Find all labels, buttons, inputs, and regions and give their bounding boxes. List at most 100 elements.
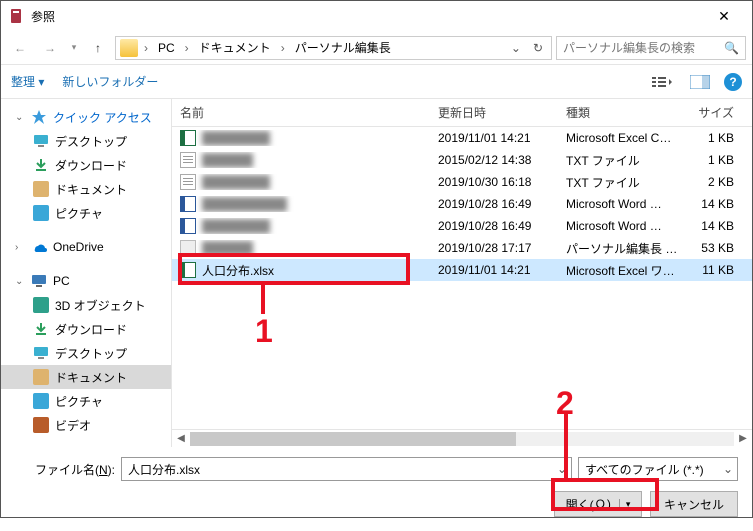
annotation-number-1: 1 bbox=[255, 313, 273, 350]
address-bar[interactable]: › PC › ドキュメント › パーソナル編集長 ⌄ ↻ bbox=[115, 36, 552, 60]
file-date: 2019/10/28 16:49 bbox=[430, 197, 558, 211]
file-row[interactable]: ████████2019/10/28 16:49Microsoft Word …… bbox=[172, 215, 752, 237]
history-dropdown[interactable]: ▾ bbox=[67, 35, 81, 61]
file-type: パーソナル編集長 文… bbox=[558, 240, 686, 257]
open-button[interactable]: 開く(O)▾ bbox=[554, 491, 642, 517]
crumb-documents[interactable]: ドキュメント bbox=[195, 37, 275, 58]
split-dropdown-icon[interactable]: ▾ bbox=[619, 499, 631, 510]
file-row[interactable]: ████████2019/10/30 16:18TXT ファイル2 KB bbox=[172, 171, 752, 193]
tree-onedrive[interactable]: ›OneDrive bbox=[1, 235, 171, 259]
tree-desktop[interactable]: デスクトップ bbox=[1, 129, 171, 153]
col-date[interactable]: 更新日時 bbox=[430, 104, 558, 121]
file-name: ████████ bbox=[202, 131, 270, 145]
cancel-button[interactable]: キャンセル bbox=[650, 491, 738, 517]
file-name: ████████ bbox=[202, 175, 270, 189]
main-area: ⌄クイック アクセス デスクトップ ダウンロード ドキュメント ピクチャ ›On… bbox=[1, 99, 752, 447]
file-type: Microsoft Excel ワ… bbox=[558, 262, 686, 279]
file-icon bbox=[180, 240, 196, 256]
crumb-current[interactable]: パーソナル編集長 bbox=[291, 37, 395, 58]
refresh-button[interactable]: ↻ bbox=[529, 41, 547, 55]
window-title: 参照 bbox=[31, 8, 704, 25]
titlebar: 参照 ✕ bbox=[1, 1, 752, 31]
view-options-button[interactable] bbox=[648, 71, 676, 93]
col-name[interactable]: 名前 bbox=[172, 104, 430, 121]
file-date: 2019/11/01 14:21 bbox=[430, 131, 558, 145]
file-body[interactable]: ████████2019/11/01 14:21Microsoft Excel … bbox=[172, 127, 752, 429]
document-icon bbox=[33, 181, 49, 197]
tree-download2[interactable]: ダウンロード bbox=[1, 317, 171, 341]
pc-icon bbox=[31, 273, 47, 289]
file-row[interactable]: ████████2019/11/01 14:21Microsoft Excel … bbox=[172, 127, 752, 149]
file-icon bbox=[180, 196, 196, 212]
app-icon bbox=[9, 8, 25, 24]
chevron-right-icon[interactable]: › bbox=[142, 41, 150, 55]
chevron-down-icon[interactable]: ⌄ bbox=[723, 462, 733, 476]
file-icon bbox=[180, 218, 196, 234]
tree-quick-access[interactable]: ⌄クイック アクセス bbox=[1, 105, 171, 129]
horizontal-scrollbar[interactable]: ◀ ▶ bbox=[172, 429, 752, 447]
back-button[interactable]: ← bbox=[7, 35, 33, 61]
search-input[interactable] bbox=[563, 41, 724, 55]
chevron-right-icon[interactable]: › bbox=[183, 41, 191, 55]
tree-pc[interactable]: ⌄PC bbox=[1, 269, 171, 293]
tree-document[interactable]: ドキュメント bbox=[1, 177, 171, 201]
file-date: 2019/10/28 17:17 bbox=[430, 241, 558, 255]
video-icon bbox=[33, 417, 49, 433]
objects-icon bbox=[33, 297, 49, 313]
desktop-icon bbox=[33, 345, 49, 361]
file-row[interactable]: 人口分布.xlsx 2019/11/01 14:21Microsoft Excel… bbox=[172, 259, 752, 281]
folder-icon bbox=[120, 39, 138, 57]
document-icon bbox=[33, 369, 49, 385]
file-date: 2019/11/01 14:21 bbox=[430, 263, 558, 277]
crumb-pc[interactable]: PC bbox=[154, 39, 179, 57]
file-name: 人口分布.xlsx bbox=[202, 262, 274, 279]
close-button[interactable]: ✕ bbox=[704, 8, 744, 25]
col-type[interactable]: 種類 bbox=[558, 104, 686, 121]
file-row[interactable]: ██████2015/02/12 14:38TXT ファイル1 KB bbox=[172, 149, 752, 171]
bottom-panel: ファイル名(N): 人口分布.xlsx⌄ すべてのファイル (*.*)⌄ 開く(… bbox=[1, 447, 752, 531]
nav-tree[interactable]: ⌄クイック アクセス デスクトップ ダウンロード ドキュメント ピクチャ ›On… bbox=[1, 99, 171, 447]
organize-menu[interactable]: 整理 ▾ bbox=[11, 73, 44, 90]
file-size: 1 KB bbox=[686, 131, 752, 145]
search-box[interactable]: 🔍 bbox=[556, 36, 746, 60]
desktop-icon bbox=[33, 133, 49, 149]
tree-3dobjects[interactable]: 3D オブジェクト bbox=[1, 293, 171, 317]
filetype-filter[interactable]: すべてのファイル (*.*)⌄ bbox=[578, 457, 738, 481]
star-icon bbox=[31, 109, 47, 125]
tree-desktop2[interactable]: デスクトップ bbox=[1, 341, 171, 365]
file-date: 2019/10/30 16:18 bbox=[430, 175, 558, 189]
new-folder-button[interactable]: 新しいフォルダー bbox=[62, 73, 158, 90]
file-date: 2015/02/12 14:38 bbox=[430, 153, 558, 167]
file-type: TXT ファイル bbox=[558, 152, 686, 169]
help-button[interactable]: ? bbox=[724, 73, 742, 91]
file-list: 名前 更新日時 種類 サイズ ████████2019/11/01 14:21M… bbox=[171, 99, 752, 447]
annotation-line-1 bbox=[261, 284, 265, 314]
download-icon bbox=[33, 321, 49, 337]
search-icon[interactable]: 🔍 bbox=[724, 41, 739, 55]
filename-label: ファイル名(N): bbox=[15, 461, 115, 478]
file-icon bbox=[180, 152, 196, 168]
tree-picture[interactable]: ピクチャ bbox=[1, 201, 171, 225]
file-header: 名前 更新日時 種類 サイズ bbox=[172, 99, 752, 127]
file-row[interactable]: ██████2019/10/28 17:17パーソナル編集長 文…53 KB bbox=[172, 237, 752, 259]
filename-input[interactable]: 人口分布.xlsx⌄ bbox=[121, 457, 572, 481]
annotation-number-2: 2 bbox=[556, 385, 574, 422]
forward-button: → bbox=[37, 35, 63, 61]
chevron-right-icon[interactable]: › bbox=[279, 41, 287, 55]
file-icon bbox=[180, 174, 196, 190]
tree-document2[interactable]: ドキュメント bbox=[1, 365, 171, 389]
up-button[interactable]: ↑ bbox=[85, 35, 111, 61]
tree-download[interactable]: ダウンロード bbox=[1, 153, 171, 177]
download-icon bbox=[33, 157, 49, 173]
scroll-right-icon[interactable]: ▶ bbox=[734, 433, 752, 444]
scroll-left-icon[interactable]: ◀ bbox=[172, 433, 190, 444]
file-size: 14 KB bbox=[686, 219, 752, 233]
file-size: 2 KB bbox=[686, 175, 752, 189]
preview-pane-button[interactable] bbox=[686, 71, 714, 93]
tree-picture2[interactable]: ピクチャ bbox=[1, 389, 171, 413]
tree-video[interactable]: ビデオ bbox=[1, 413, 171, 437]
address-dropdown[interactable]: ⌄ bbox=[507, 41, 525, 55]
file-icon bbox=[180, 262, 196, 278]
file-row[interactable]: ██████████2019/10/28 16:49Microsoft Word… bbox=[172, 193, 752, 215]
col-size[interactable]: サイズ bbox=[686, 104, 752, 121]
